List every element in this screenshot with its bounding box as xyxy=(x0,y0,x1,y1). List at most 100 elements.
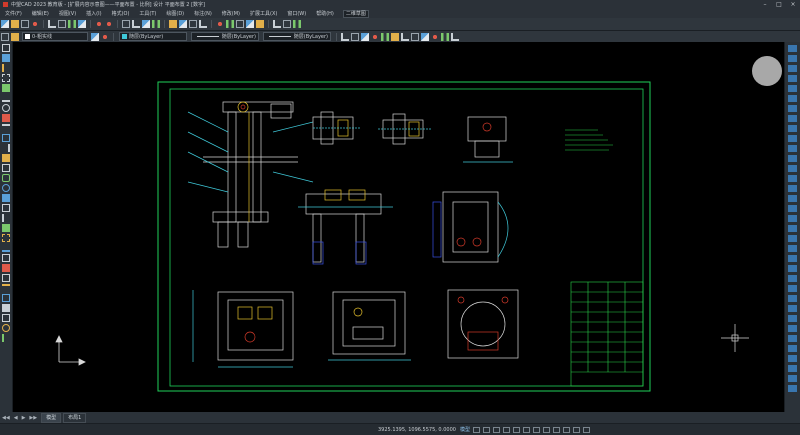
erase-icon[interactable] xyxy=(2,44,10,52)
snap-perpendicular-icon[interactable] xyxy=(788,115,797,122)
layer-select[interactable]: 0-粗实线 xyxy=(22,32,88,41)
match-properties-icon[interactable] xyxy=(78,20,86,28)
lock-ui-icon[interactable] xyxy=(572,426,580,433)
region-icon[interactable] xyxy=(441,32,449,41)
clean-screen-icon[interactable] xyxy=(582,426,590,433)
dim-style-icon[interactable] xyxy=(246,20,254,28)
dimension-linear-icon[interactable] xyxy=(2,304,10,312)
ortho-toggle-icon[interactable] xyxy=(492,426,500,433)
boundary-icon[interactable] xyxy=(2,254,10,262)
solid-subtract-icon[interactable] xyxy=(788,355,797,362)
tab-next-icon[interactable]: ▶ xyxy=(22,415,26,421)
block-icon[interactable] xyxy=(411,32,419,41)
snap-intersection-icon[interactable] xyxy=(788,75,797,82)
dimension-radius-icon[interactable] xyxy=(2,324,10,332)
menu-format[interactable]: 格式(O) xyxy=(107,10,135,17)
tab-last-icon[interactable]: ▶▶ xyxy=(29,415,37,421)
arc-icon[interactable] xyxy=(381,32,389,41)
snap-none-icon[interactable] xyxy=(788,165,797,172)
tab-layout1[interactable]: 布局1 xyxy=(63,412,87,423)
drawing-canvas[interactable] xyxy=(13,42,784,412)
circle-icon[interactable] xyxy=(371,32,379,41)
properties-icon[interactable] xyxy=(169,20,177,28)
text-style-icon[interactable] xyxy=(236,20,244,28)
lineweight-select[interactable]: 随层(ByLayer) xyxy=(263,32,331,41)
measure-object-icon[interactable] xyxy=(2,244,10,252)
fillet-icon[interactable] xyxy=(2,184,10,192)
pan-icon[interactable] xyxy=(122,20,130,28)
offset-icon[interactable] xyxy=(2,74,10,82)
make-current-layer-icon[interactable] xyxy=(91,32,99,41)
close-icon[interactable]: × xyxy=(786,1,800,8)
zoom-window-icon[interactable] xyxy=(142,20,150,28)
edit-polyline-icon[interactable] xyxy=(2,204,10,212)
view-back-icon[interactable] xyxy=(788,235,797,242)
rotate-icon[interactable] xyxy=(2,104,10,112)
insert-block-icon[interactable] xyxy=(421,32,429,41)
copy-object-icon[interactable] xyxy=(2,54,10,62)
design-center-icon[interactable] xyxy=(179,20,187,28)
light-icon[interactable] xyxy=(788,295,797,302)
solid-intersect-icon[interactable] xyxy=(788,365,797,372)
open-folder-icon[interactable] xyxy=(11,20,19,28)
stretch-icon[interactable] xyxy=(2,124,10,132)
redo-icon[interactable] xyxy=(105,20,113,28)
menu-help[interactable]: 帮助(H) xyxy=(311,10,339,17)
view-bottom-icon[interactable] xyxy=(788,195,797,202)
shade-icon[interactable] xyxy=(788,275,797,282)
trim-icon[interactable] xyxy=(2,134,10,142)
new-file-icon[interactable] xyxy=(1,20,9,28)
view-right-icon[interactable] xyxy=(788,215,797,222)
menu-window[interactable]: 窗口(W) xyxy=(282,10,311,17)
measure-icon[interactable] xyxy=(273,20,281,28)
workspace-select[interactable]: 二维草图 xyxy=(342,9,369,18)
material-icon[interactable] xyxy=(788,305,797,312)
align-icon[interactable] xyxy=(2,214,10,222)
render-icon[interactable] xyxy=(788,285,797,292)
array-icon[interactable] xyxy=(2,84,10,92)
tab-model[interactable]: 模型 xyxy=(41,412,62,423)
otrack-toggle-icon[interactable] xyxy=(522,426,530,433)
linetype-select[interactable]: 随层(ByLayer) xyxy=(191,32,259,41)
mirror-icon[interactable] xyxy=(2,64,10,72)
snap-insertion-icon[interactable] xyxy=(788,145,797,152)
leader-icon[interactable] xyxy=(2,294,10,302)
table-style-icon[interactable] xyxy=(256,20,264,28)
rectangle-icon[interactable] xyxy=(361,32,369,41)
move-icon[interactable] xyxy=(2,94,10,102)
explode-icon[interactable] xyxy=(2,194,10,202)
save-icon[interactable] xyxy=(21,20,29,28)
divide-icon[interactable] xyxy=(2,234,10,242)
line-icon[interactable] xyxy=(341,32,349,41)
print-icon[interactable] xyxy=(31,20,39,28)
layer-state-icon[interactable] xyxy=(226,20,234,28)
zoom-previous-icon[interactable] xyxy=(152,20,160,28)
snap-quadrant-icon[interactable] xyxy=(788,95,797,102)
workspace-switch-icon[interactable] xyxy=(562,426,570,433)
menu-extensions[interactable]: 扩展工具(X) xyxy=(245,10,282,17)
menu-file[interactable]: 文件(F) xyxy=(0,10,27,17)
break-icon[interactable] xyxy=(2,154,10,162)
slice-icon[interactable] xyxy=(788,385,797,392)
area-icon[interactable] xyxy=(283,20,291,28)
polyline-icon[interactable] xyxy=(351,32,359,41)
snap-nearest-icon[interactable] xyxy=(788,155,797,162)
extend-icon[interactable] xyxy=(2,144,10,152)
menu-insert[interactable]: 插入(I) xyxy=(81,10,106,17)
minimize-icon[interactable]: – xyxy=(758,1,772,8)
cut-icon[interactable] xyxy=(48,20,56,28)
solid-extrude-icon[interactable] xyxy=(788,325,797,332)
lengthen-icon[interactable] xyxy=(2,224,10,232)
ucs-icon[interactable] xyxy=(788,255,797,262)
view-iso-icon[interactable] xyxy=(788,245,797,252)
wipeout-icon[interactable] xyxy=(2,264,10,272)
scale-icon[interactable] xyxy=(2,114,10,122)
snap-toggle-icon[interactable] xyxy=(472,426,480,433)
layer-freeze-icon[interactable] xyxy=(11,32,19,41)
snap-center-icon[interactable] xyxy=(788,85,797,92)
navigation-wheel[interactable] xyxy=(752,56,782,86)
menu-draw[interactable]: 绘图(D) xyxy=(161,10,189,17)
snap-settings-icon[interactable] xyxy=(788,175,797,182)
tab-prev-icon[interactable]: ◀ xyxy=(14,415,18,421)
hatch-icon[interactable] xyxy=(391,32,399,41)
